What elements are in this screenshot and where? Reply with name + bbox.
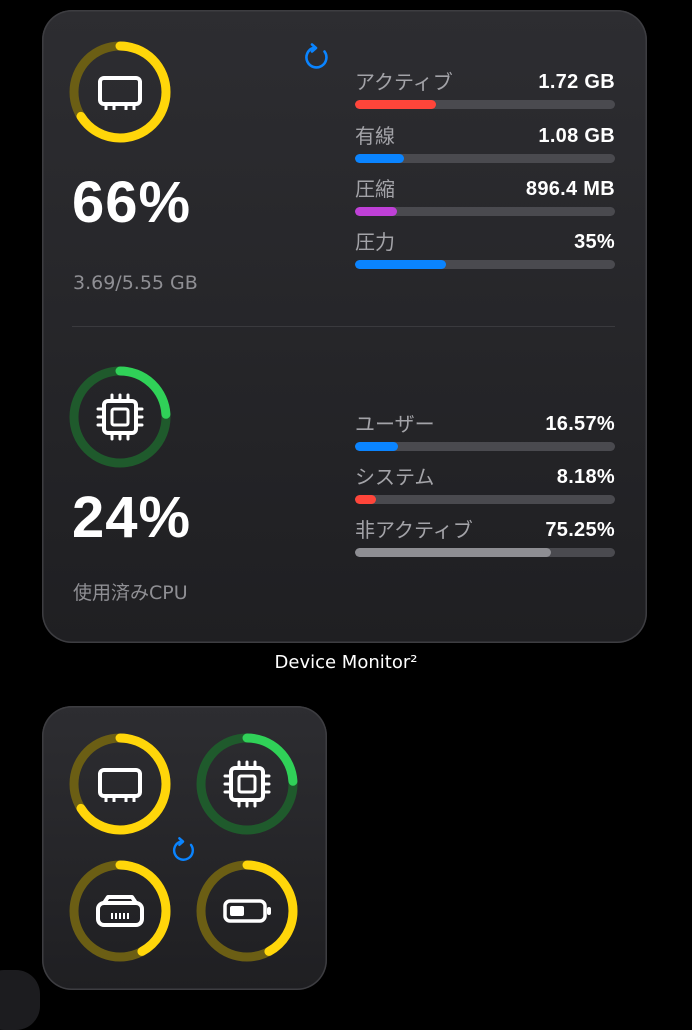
progress-bar <box>355 207 615 216</box>
metric-label: 圧縮 <box>355 177 395 201</box>
refresh-icon[interactable] <box>302 42 332 72</box>
metric-compressed: 圧縮 896.4 MB <box>355 179 615 219</box>
device-monitor-small-widget[interactable] <box>42 706 327 990</box>
section-divider <box>72 326 615 327</box>
progress-bar <box>355 260 615 269</box>
metric-wired: 有線 1.08 GB <box>355 126 615 166</box>
memory-usage-ring <box>68 40 172 144</box>
progress-bar <box>355 442 615 451</box>
memory-chip-icon <box>98 76 142 110</box>
cpu-icon <box>96 393 144 441</box>
next-widget-edge <box>0 970 40 1030</box>
memory-ring <box>68 732 172 836</box>
metric-label: 有線 <box>355 124 395 148</box>
cpu-icon <box>223 760 271 808</box>
refresh-icon[interactable] <box>170 836 198 864</box>
cpu-detail: 使用済みCPU <box>73 582 188 604</box>
metric-value: 1.08 GB <box>538 125 615 147</box>
metric-system: システム 8.18% <box>355 467 615 507</box>
progress-bar <box>355 154 615 163</box>
metric-value: 75.25% <box>545 519 615 541</box>
memory-detail: 3.69/5.55 GB <box>73 272 198 294</box>
battery-ring <box>195 859 299 963</box>
device-monitor-large-widget[interactable]: 66% 3.69/5.55 GB アクティブ 1.72 GB 有線 1.08 G… <box>42 10 647 643</box>
storage-ring <box>68 859 172 963</box>
metric-label: ユーザー <box>355 412 435 436</box>
metric-user: ユーザー 16.57% <box>355 414 615 454</box>
cpu-usage-ring <box>68 365 172 469</box>
cpu-ring <box>195 732 299 836</box>
metric-value: 896.4 MB <box>525 178 615 200</box>
metric-value: 1.72 GB <box>538 71 615 93</box>
metric-label: 非アクティブ <box>355 518 473 542</box>
metric-label: 圧力 <box>355 230 395 254</box>
storage-drive-icon <box>96 895 144 927</box>
cpu-percent: 24% <box>72 485 192 550</box>
metric-label: システム <box>355 465 435 489</box>
metric-value: 35% <box>574 231 615 253</box>
metric-inactive: 非アクティブ 75.25% <box>355 520 615 560</box>
metric-pressure: 圧力 35% <box>355 232 615 272</box>
memory-chip-icon <box>98 768 142 802</box>
progress-bar <box>355 548 615 557</box>
progress-bar <box>355 100 615 109</box>
progress-bar <box>355 495 615 504</box>
memory-percent: 66% <box>72 170 192 235</box>
battery-icon <box>223 899 271 923</box>
widget-caption: Device Monitor² <box>274 652 418 673</box>
metric-active: アクティブ 1.72 GB <box>355 72 615 112</box>
metric-label: アクティブ <box>355 70 453 94</box>
metric-value: 16.57% <box>545 413 615 435</box>
metric-value: 8.18% <box>556 466 615 488</box>
